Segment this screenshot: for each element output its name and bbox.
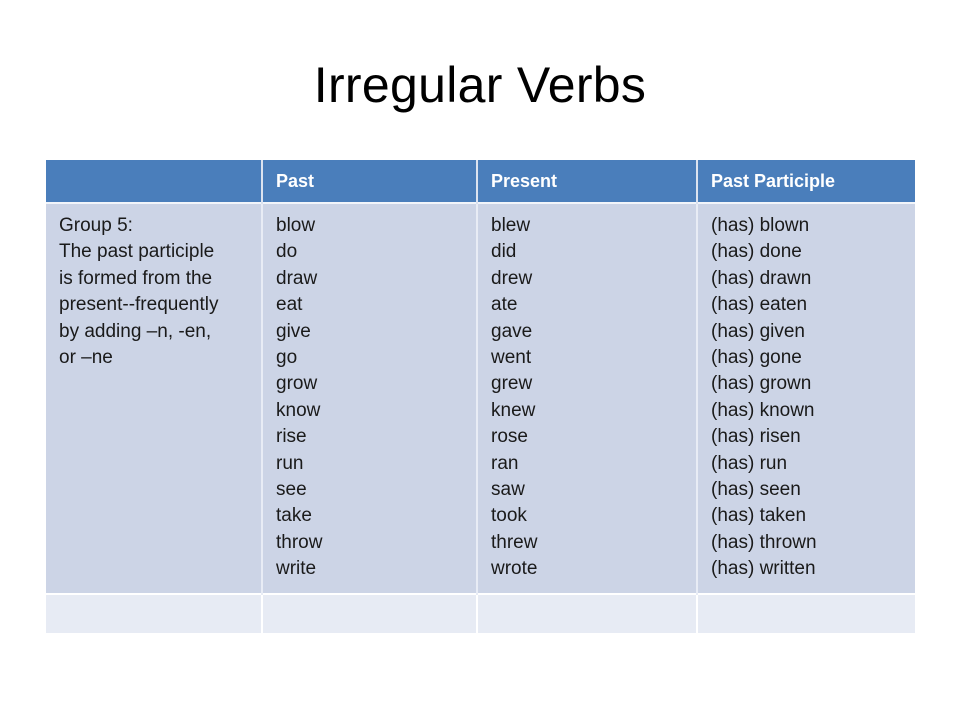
table-header-row: Past Present Past Participle [46,160,915,203]
past-participle: (has) given [711,320,805,342]
present-verb: ate [491,294,518,316]
present-verb: drew [491,267,533,289]
past-participle: (has) done [711,241,802,263]
column-header-past: Past [262,160,478,203]
group-description-line: The past participle [59,241,215,263]
past-participle: (has) blown [711,215,810,236]
slide: Irregular Verbs Past Present Past Partic… [0,0,960,720]
past-verb: draw [276,267,318,289]
past-participle-column-cell: (has) blown (has) done (has) drawn (has)… [697,202,915,594]
present-verb: did [491,241,517,263]
past-verb: go [276,347,298,369]
past-verb: eat [276,294,303,316]
past-verb: run [276,452,304,474]
past-participle: (has) written [711,558,816,580]
table-row-empty [46,592,915,633]
group-description-lines: Group 5: The past participle is formed f… [59,213,261,371]
present-verb: blew [491,215,531,236]
group-description-line: present--frequently [59,294,219,316]
present-column-cell: blew did drew ate gave went grew knew ro… [477,202,698,594]
past-verb: give [276,320,311,342]
present-verb: grew [491,373,533,395]
empty-cell [46,592,263,633]
present-verb: took [491,505,527,527]
past-verb: see [276,479,307,501]
empty-cell [697,592,915,633]
present-verb: threw [491,531,538,553]
present-verb: rose [491,426,528,448]
irregular-verbs-table: Past Present Past Participle Group 5: Th… [46,160,915,633]
past-verb: throw [276,531,323,553]
present-verb: ran [491,452,519,474]
past-participle: (has) eaten [711,294,808,316]
past-column-cell: blow do draw eat give go grow know rise … [262,202,478,594]
group-description-line: or –ne [59,347,113,369]
table-row: Group 5: The past participle is formed f… [46,202,915,594]
empty-cell [477,592,698,633]
past-participle: (has) gone [711,347,802,369]
present-verb: gave [491,320,533,342]
present-verb: saw [491,479,525,501]
group-description-line: Group 5: [59,215,133,236]
past-verb-list: blow do draw eat give go grow know rise … [276,213,476,583]
present-verb-list: blew did drew ate gave went grew knew ro… [491,213,696,583]
group-description-cell: Group 5: The past participle is formed f… [46,202,263,594]
past-participle: (has) run [711,452,788,474]
past-verb: rise [276,426,307,448]
present-verb: wrote [491,558,538,580]
past-participle: (has) drawn [711,267,812,289]
past-participle: (has) grown [711,373,812,395]
past-verb: do [276,241,298,263]
past-verb: know [276,399,321,421]
past-verb: take [276,505,312,527]
past-participle: (has) seen [711,479,801,501]
empty-cell [262,592,478,633]
column-header-past-participle: Past Participle [697,160,915,203]
present-verb: went [491,347,532,369]
present-verb: knew [491,399,536,421]
past-participle-list: (has) blown (has) done (has) drawn (has)… [711,213,915,583]
past-participle: (has) risen [711,426,801,448]
past-participle: (has) taken [711,505,807,527]
column-header-present: Present [477,160,698,203]
group-description-line: is formed from the [59,267,213,289]
group-description-line: by adding –n, -en, [59,320,212,342]
past-verb: grow [276,373,318,395]
past-participle: (has) thrown [711,531,817,553]
past-verb: write [276,558,317,580]
column-header-description [46,160,263,203]
past-participle: (has) known [711,399,815,421]
past-verb: blow [276,215,316,236]
page-title: Irregular Verbs [313,57,647,113]
